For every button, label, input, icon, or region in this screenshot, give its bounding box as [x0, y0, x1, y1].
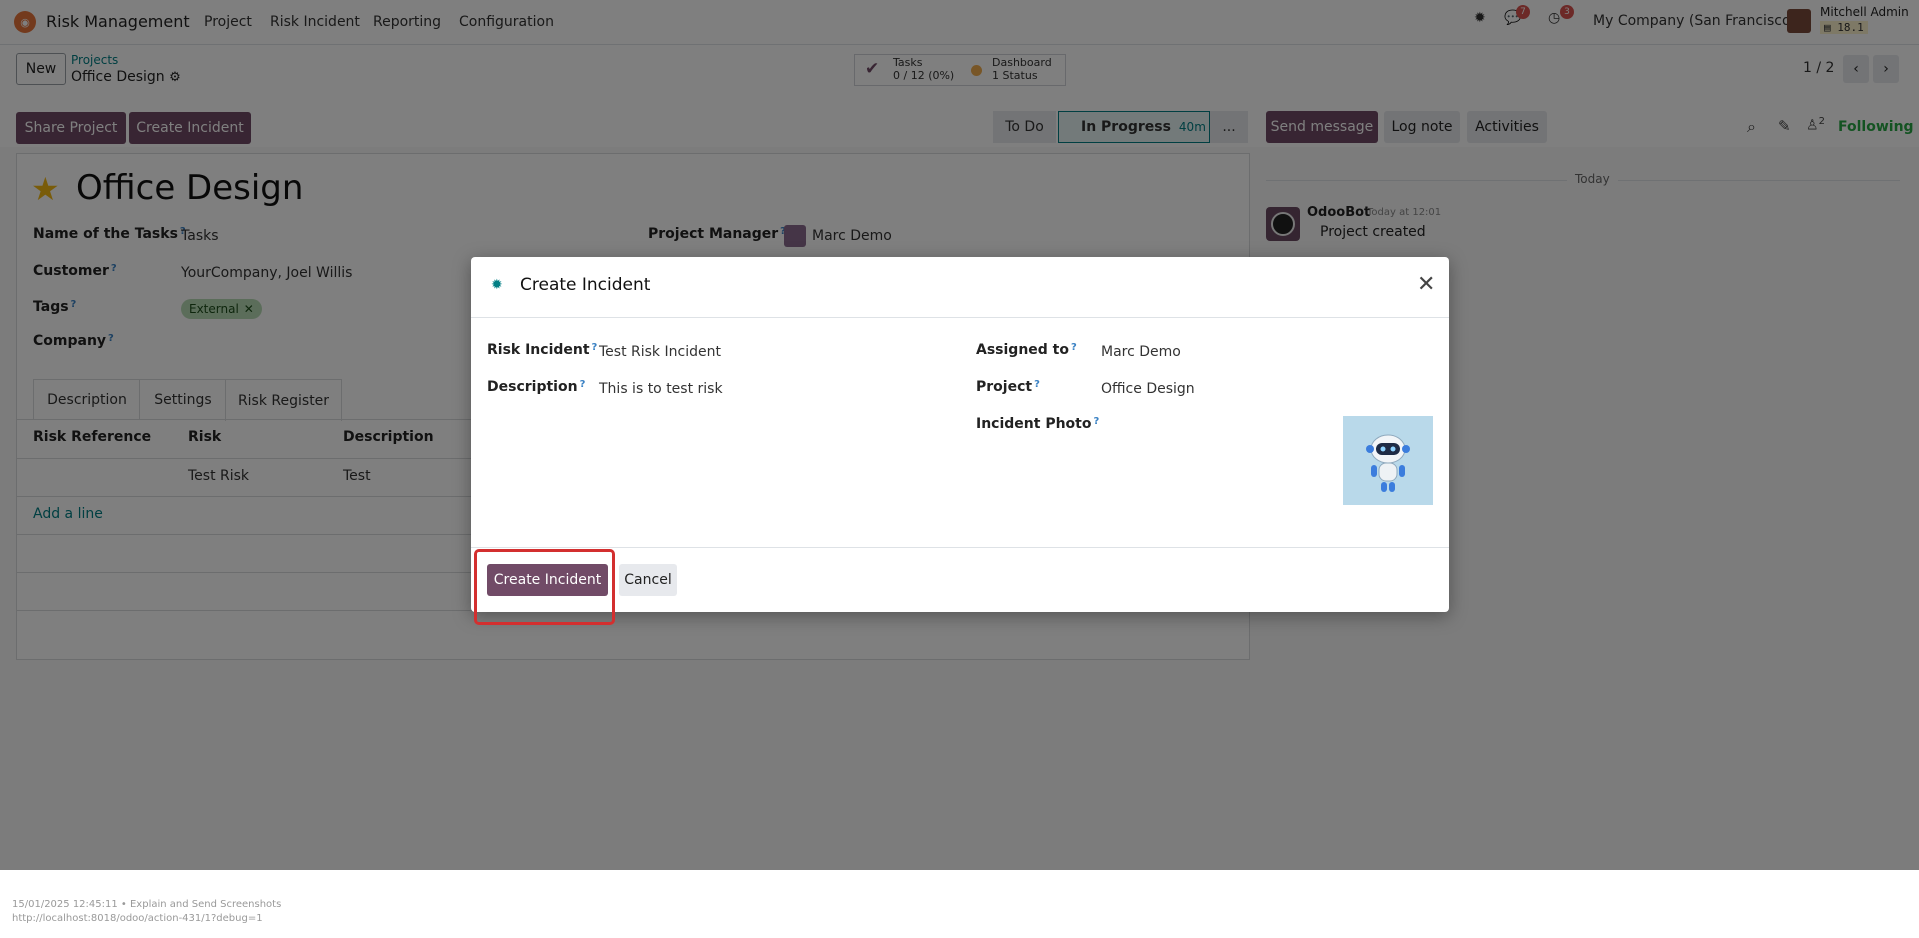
modal-title: Create Incident	[520, 275, 651, 295]
incident-photo-image[interactable]	[1343, 416, 1433, 505]
assigned-to-field[interactable]: Marc Demo	[1101, 344, 1181, 360]
app-background: ◉ Risk Management Project Risk Incident …	[0, 0, 1919, 870]
help-icon: ?	[579, 379, 586, 390]
modal-header: ✹ Create Incident ✕	[471, 257, 1449, 318]
screenshot-footer: 15/01/2025 12:45:11 • Explain and Send S…	[0, 870, 1919, 938]
risk-incident-label-text: Risk Incident	[487, 342, 590, 358]
modal-footer: Create Incident Cancel	[471, 547, 1449, 625]
project-label-text: Project	[976, 379, 1033, 395]
description-label-text: Description	[487, 379, 578, 395]
help-icon: ?	[1071, 342, 1077, 353]
bug-icon: ✹	[491, 277, 503, 293]
modal-label-incident-photo: Incident Photo?	[976, 416, 1099, 432]
incident-photo-label-text: Incident Photo	[976, 416, 1092, 432]
close-icon[interactable]: ✕	[1417, 272, 1435, 297]
risk-incident-field[interactable]: Test Risk Incident	[599, 344, 721, 360]
create-button-highlight	[474, 549, 615, 625]
assigned-label-text: Assigned to	[976, 342, 1069, 358]
cancel-button[interactable]: Cancel	[619, 564, 677, 596]
help-icon: ?	[1093, 416, 1100, 427]
modal-label-description: Description?	[487, 379, 585, 395]
modal-label-risk-incident: Risk Incident?	[487, 342, 597, 358]
footer-url: http://localhost:8018/odoo/action-431/1?…	[12, 913, 263, 924]
help-icon: ?	[1034, 379, 1040, 390]
footer-timestamp: 15/01/2025 12:45:11 • Explain and Send S…	[12, 899, 282, 910]
create-incident-dialog: ✹ Create Incident ✕ Risk Incident? Test …	[471, 257, 1449, 625]
robot-illustration	[1366, 434, 1410, 492]
project-field[interactable]: Office Design	[1101, 381, 1195, 397]
help-icon: ?	[591, 342, 598, 353]
description-field[interactable]: This is to test risk	[599, 381, 723, 397]
modal-label-assigned: Assigned to?	[976, 342, 1077, 358]
modal-label-project: Project?	[976, 379, 1040, 395]
